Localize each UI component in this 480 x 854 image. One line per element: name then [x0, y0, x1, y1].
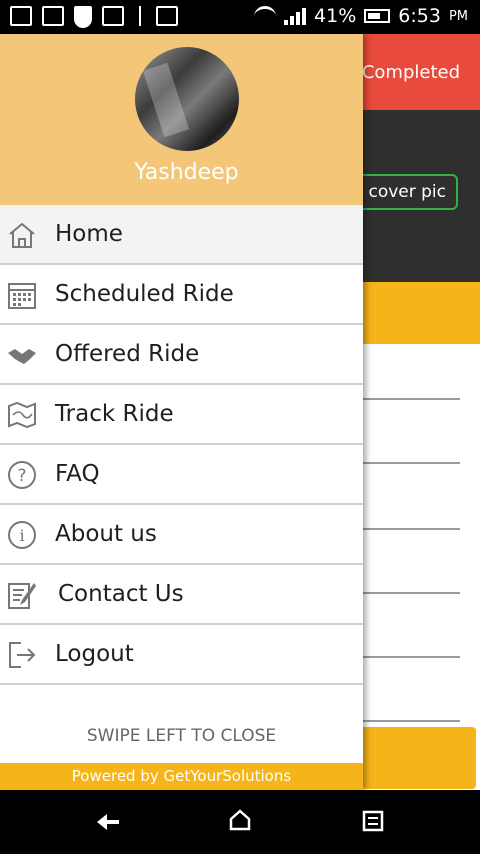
menu-item-home[interactable]: Home: [0, 205, 363, 265]
menu-item-label: Offered Ride: [55, 341, 200, 367]
info-icon: i: [8, 521, 36, 549]
recent-apps-icon[interactable]: [362, 810, 384, 832]
menu-item-label: Track Ride: [55, 401, 174, 427]
gmail-notification-icon: [42, 6, 64, 26]
menu-item-about-us[interactable]: i About us: [0, 505, 363, 565]
gmail-notification-icon: [10, 6, 32, 26]
map-icon: [8, 401, 36, 429]
usb-icon: [134, 6, 146, 26]
user-name: Yashdeep: [134, 160, 239, 185]
calendar-icon: [8, 283, 36, 309]
svg-text:i: i: [19, 526, 24, 545]
logout-icon: [9, 642, 36, 668]
svg-text:?: ?: [17, 466, 26, 486]
question-icon: ?: [8, 461, 36, 489]
calendar-notification-icon: [156, 6, 178, 26]
handshake-icon: [8, 349, 36, 364]
clock-ampm: PM: [448, 8, 468, 24]
battery-percent: 41%: [314, 5, 357, 27]
menu-item-label: Home: [55, 221, 123, 247]
menu-item-track-ride[interactable]: Track Ride: [0, 385, 363, 445]
menu-item-scheduled-ride[interactable]: Scheduled Ride: [0, 265, 363, 325]
system-navigation-bar: [0, 790, 480, 854]
menu-item-faq[interactable]: ? FAQ: [0, 445, 363, 505]
battery-icon: [364, 9, 391, 23]
menu-item-offered-ride[interactable]: Offered Ride: [0, 325, 363, 385]
drawer-header: Yashdeep: [0, 34, 363, 205]
wifi-icon: [254, 5, 277, 27]
menu-item-label: Scheduled Ride: [55, 281, 234, 307]
swipe-hint: SWIPE LEFT TO CLOSE: [86, 726, 277, 746]
menu-item-logout[interactable]: Logout: [0, 625, 363, 685]
shield-icon: [74, 6, 92, 28]
signal-icon: [284, 7, 307, 25]
menu-item-label: FAQ: [55, 461, 100, 487]
home-nav-icon[interactable]: [228, 808, 252, 832]
home-icon: [9, 222, 35, 248]
code-icon: [102, 6, 124, 26]
drawer-menu: Home Scheduled Ride Offered Ride Track R…: [0, 205, 363, 685]
back-icon[interactable]: [95, 810, 121, 834]
menu-item-contact-us[interactable]: Contact Us: [0, 565, 363, 625]
navigation-drawer[interactable]: Yashdeep Home Scheduled Ride Offered Rid…: [0, 34, 363, 790]
menu-item-label: About us: [55, 521, 157, 547]
avatar[interactable]: [135, 47, 239, 151]
edit-icon: [8, 583, 36, 609]
menu-item-label: Logout: [55, 641, 134, 667]
clock-time: 6:53: [398, 5, 441, 27]
powered-by-footer: Powered by GetYourSolutions: [0, 763, 363, 790]
status-bar: 41% 6:53 PM: [0, 0, 480, 34]
menu-item-label: Contact Us: [58, 581, 184, 607]
